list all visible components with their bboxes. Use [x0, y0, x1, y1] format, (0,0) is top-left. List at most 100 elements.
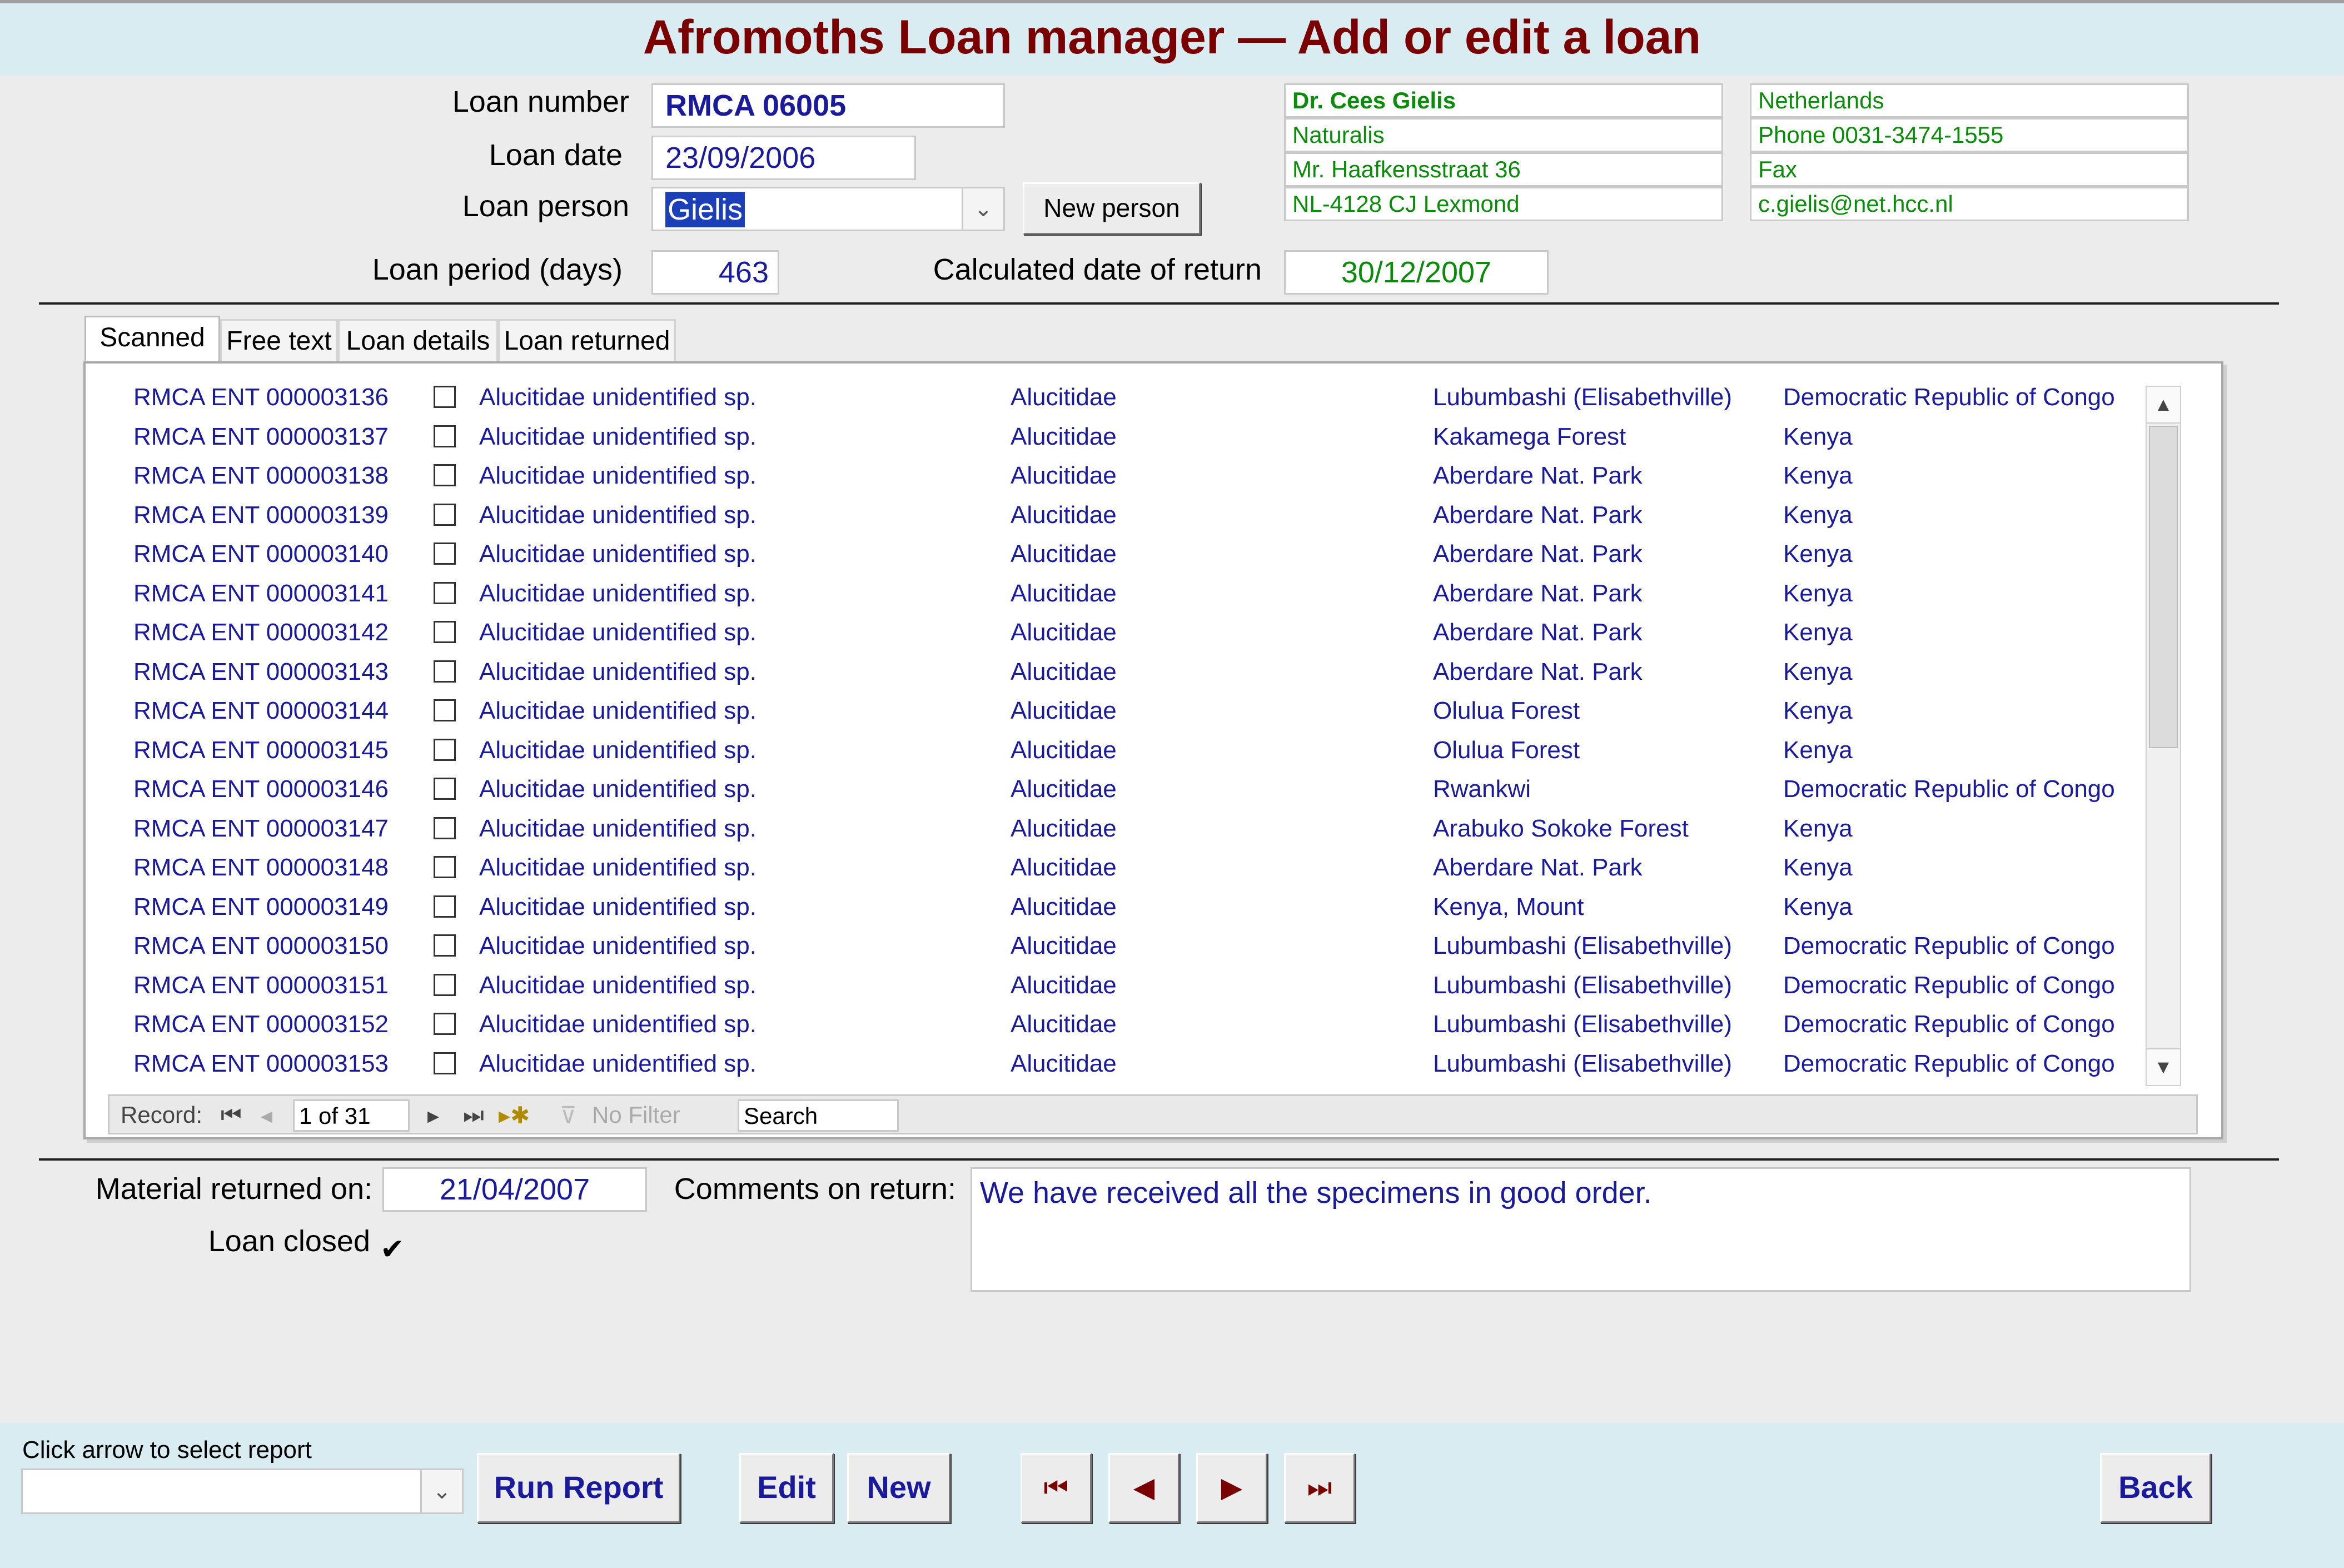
previous-record-button[interactable]: ◀: [1108, 1453, 1180, 1523]
previous-record-icon[interactable]: ◂: [261, 1102, 272, 1129]
table-row[interactable]: RMCA ENT 000003149 Alucitidae unidentifie…: [106, 888, 2151, 927]
table-row[interactable]: RMCA ENT 000003151 Alucitidae unidentifie…: [106, 966, 2151, 1005]
new-record-icon[interactable]: ▸✱: [499, 1102, 530, 1129]
last-record-button[interactable]: ⏭: [1284, 1453, 1355, 1523]
scroll-down-icon[interactable]: ▼: [2147, 1048, 2180, 1085]
table-row[interactable]: RMCA ENT 000003148 Alucitidae unidentifie…: [106, 848, 2151, 887]
record-checkbox[interactable]: [434, 425, 456, 447]
record-taxon: Alucitidae unidentified sp.: [479, 893, 757, 920]
new-person-button[interactable]: New person: [1023, 182, 1201, 235]
no-filter-label[interactable]: No Filter: [592, 1102, 680, 1128]
table-row[interactable]: RMCA ENT 000003147 Alucitidae unidentifie…: [106, 809, 2151, 848]
record-checkbox[interactable]: [434, 817, 456, 839]
contact-country: Netherlands: [1750, 83, 2189, 118]
new-button[interactable]: New: [847, 1453, 950, 1523]
table-row[interactable]: RMCA ENT 000003146 Alucitidae unidentifie…: [106, 770, 2151, 809]
loan-date-field[interactable]: 23/09/2006: [651, 136, 916, 180]
record-checkbox[interactable]: [434, 699, 456, 721]
table-row[interactable]: RMCA ENT 000003142 Alucitidae unidentifie…: [106, 613, 2151, 652]
scrollbar-thumb[interactable]: [2149, 426, 2178, 748]
record-checkbox[interactable]: [434, 1052, 456, 1074]
table-row[interactable]: RMCA ENT 000003138 Alucitidae unidentifie…: [106, 456, 2151, 495]
table-row[interactable]: RMCA ENT 000003152 Alucitidae unidentifie…: [106, 1005, 2151, 1044]
record-position-field[interactable]: 1 of 31: [293, 1099, 410, 1132]
specimen-list-panel: RMCA ENT 000003136 Alucitidae unidentifie…: [83, 361, 2223, 1139]
back-button[interactable]: Back: [2100, 1453, 2211, 1523]
record-checkbox[interactable]: [434, 542, 456, 565]
next-record-icon[interactable]: ▸: [427, 1102, 439, 1129]
record-id: RMCA ENT 000003137: [133, 422, 389, 450]
record-checkbox[interactable]: [434, 973, 456, 996]
table-row[interactable]: RMCA ENT 000003153 Alucitidae unidentifie…: [106, 1044, 2151, 1083]
tab-loan-returned[interactable]: Loan returned: [498, 319, 676, 362]
table-row[interactable]: RMCA ENT 000003145 Alucitidae unidentifie…: [106, 731, 2151, 770]
table-row[interactable]: RMCA ENT 000003141 Alucitidae unidentifie…: [106, 574, 2151, 613]
loan-number-field[interactable]: RMCA 06005: [651, 83, 1005, 128]
table-row[interactable]: RMCA ENT 000003139 Alucitidae unidentifie…: [106, 496, 2151, 535]
record-navigation-bar: Record: ⏮ ◂ 1 of 31 ▸ ⏭ ▸✱ ⊽ No Filter S…: [108, 1094, 2198, 1134]
record-checkbox[interactable]: [434, 386, 456, 408]
record-id: RMCA ENT 000003149: [133, 893, 389, 920]
contact-street: Mr. Haafkensstraat 36: [1284, 152, 1723, 187]
contact-phone: Phone 0031-3474-1555: [1750, 118, 2189, 152]
chevron-down-icon[interactable]: ⌄: [962, 188, 1003, 230]
record-id: RMCA ENT 000003148: [133, 854, 389, 881]
record-country: Kenya: [1783, 579, 1853, 607]
record-country: Democratic Republic of Congo: [1783, 1011, 2115, 1038]
tab-scanned[interactable]: Scanned: [84, 316, 220, 362]
record-checkbox[interactable]: [434, 738, 456, 761]
first-record-icon[interactable]: ⏮: [221, 1102, 242, 1129]
tab-loan-details[interactable]: Loan details: [338, 319, 498, 362]
record-checkbox[interactable]: [434, 934, 456, 957]
edit-button[interactable]: Edit: [739, 1453, 834, 1523]
table-row[interactable]: RMCA ENT 000003140 Alucitidae unidentifie…: [106, 535, 2151, 574]
comments-textarea[interactable]: We have received all the specimens in go…: [971, 1167, 2191, 1292]
table-row[interactable]: RMCA ENT 000003144 Alucitidae unidentifie…: [106, 691, 2151, 730]
record-checkbox[interactable]: [434, 503, 456, 526]
record-family: Alucitidae: [1011, 1049, 1117, 1077]
record-family: Alucitidae: [1011, 579, 1117, 607]
returned-on-field[interactable]: 21/04/2007: [382, 1167, 647, 1212]
vertical-scrollbar[interactable]: ▲ ▼: [2146, 386, 2181, 1086]
record-country: Democratic Republic of Congo: [1783, 932, 2115, 959]
record-locality: Olulua Forest: [1433, 697, 1580, 724]
record-country: Kenya: [1783, 697, 1853, 724]
record-taxon: Alucitidae unidentified sp.: [479, 932, 757, 959]
record-checkbox[interactable]: [434, 895, 456, 918]
record-id: RMCA ENT 000003142: [133, 619, 389, 646]
last-record-icon[interactable]: ⏭: [463, 1102, 484, 1129]
record-taxon: Alucitidae unidentified sp.: [479, 619, 757, 646]
table-row[interactable]: RMCA ENT 000003143 Alucitidae unidentifie…: [106, 653, 2151, 691]
record-checkbox[interactable]: [434, 621, 456, 643]
next-record-button[interactable]: ▶: [1196, 1453, 1267, 1523]
record-id: RMCA ENT 000003147: [133, 814, 389, 842]
first-record-button[interactable]: ⏮: [1021, 1453, 1092, 1523]
table-row[interactable]: RMCA ENT 000003136 Alucitidae unidentifie…: [106, 378, 2151, 417]
record-checkbox[interactable]: [434, 464, 456, 486]
record-checkbox[interactable]: [434, 856, 456, 878]
specimen-list: RMCA ENT 000003136 Alucitidae unidentifie…: [106, 378, 2184, 1095]
loan-closed-checkbox[interactable]: ✔: [380, 1235, 409, 1264]
record-search-input[interactable]: Search: [738, 1099, 899, 1132]
table-row[interactable]: RMCA ENT 000003137 Alucitidae unidentifie…: [106, 417, 2151, 456]
record-checkbox[interactable]: [434, 1013, 456, 1035]
record-checkbox[interactable]: [434, 581, 456, 604]
calculated-return-field: 30/12/2007: [1284, 250, 1549, 295]
record-id: RMCA ENT 000003139: [133, 501, 389, 529]
record-country: Kenya: [1783, 462, 1853, 489]
record-country: Kenya: [1783, 619, 1853, 646]
record-checkbox[interactable]: [434, 660, 456, 683]
record-checkbox[interactable]: [434, 778, 456, 800]
table-row[interactable]: RMCA ENT 000003150 Alucitidae unidentifie…: [106, 927, 2151, 965]
loan-person-combo[interactable]: Gielis ⌄: [651, 187, 1005, 231]
loan-person-label: Loan person: [462, 190, 629, 223]
chevron-down-icon[interactable]: ⌄: [420, 1470, 462, 1512]
report-select[interactable]: ⌄: [21, 1469, 464, 1514]
record-id: RMCA ENT 000003150: [133, 932, 389, 959]
loan-period-field[interactable]: 463: [651, 250, 779, 295]
scroll-up-icon[interactable]: ▲: [2147, 387, 2180, 424]
run-report-button[interactable]: Run Report: [477, 1453, 680, 1523]
tab-free-text[interactable]: Free text: [220, 319, 338, 362]
record-country: Democratic Republic of Congo: [1783, 1049, 2115, 1077]
record-id: RMCA ENT 000003136: [133, 384, 389, 411]
